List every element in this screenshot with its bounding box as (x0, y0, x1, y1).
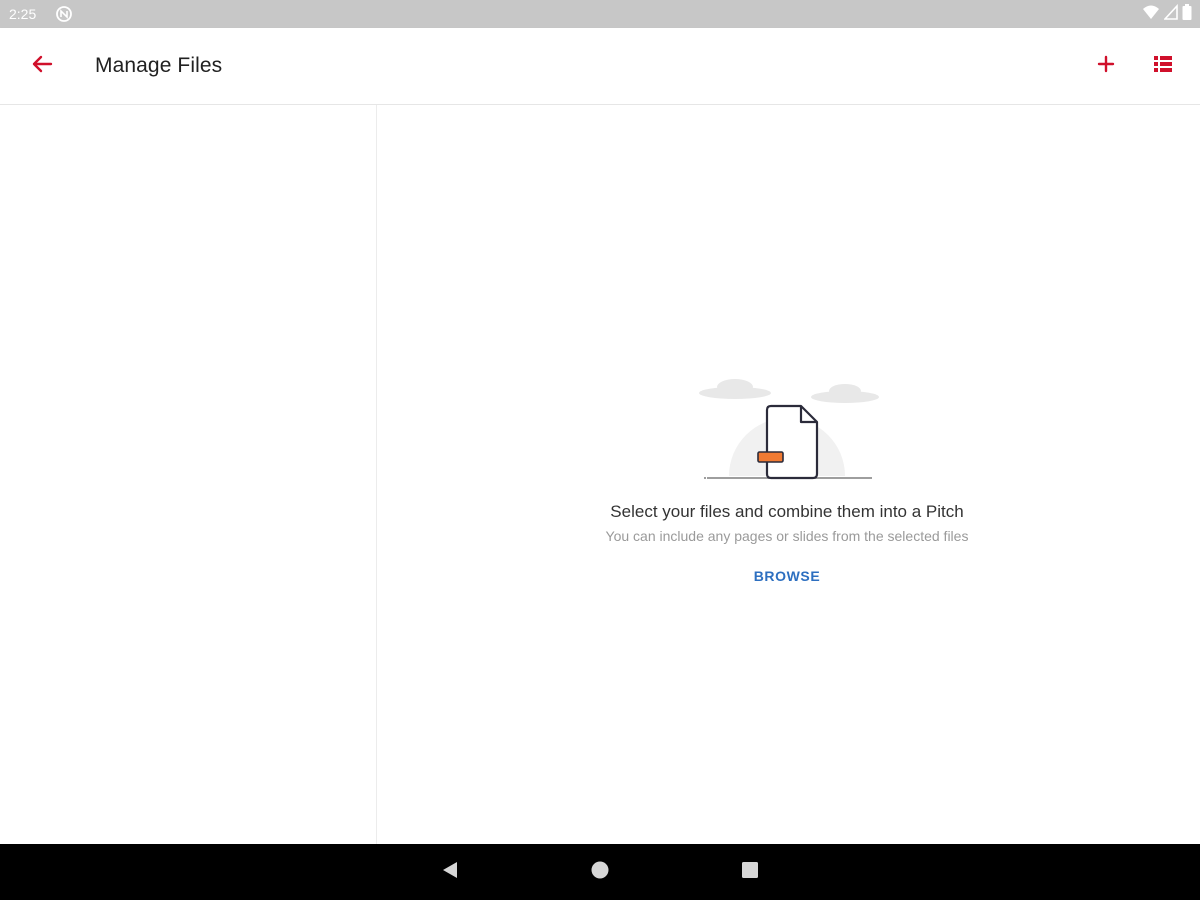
nav-home-icon (590, 860, 610, 885)
nav-back-icon (440, 860, 460, 885)
status-time: 2:25 (9, 6, 37, 22)
nav-recents-icon (740, 860, 760, 885)
notification-icon (55, 5, 73, 23)
wifi-icon (1142, 4, 1160, 25)
arrow-back-icon (31, 53, 53, 80)
detail-pane: Select your files and combine them into … (377, 105, 1200, 844)
empty-state-subtitle: You can include any pages or slides from… (605, 528, 969, 544)
page-title: Manage Files (95, 54, 223, 77)
list-view-icon (1153, 55, 1173, 78)
add-file-button[interactable] (1086, 46, 1126, 86)
nav-recents-button[interactable] (734, 856, 766, 888)
screen: 2:25 Manage Files Select your files and … (0, 0, 1200, 900)
system-nav-bar (0, 844, 1200, 900)
back-button[interactable] (22, 46, 62, 86)
nav-home-button[interactable] (584, 856, 616, 888)
empty-file-illustration (697, 373, 882, 485)
file-list-pane (0, 105, 377, 844)
list-view-button[interactable] (1143, 46, 1183, 86)
nav-back-button[interactable] (434, 856, 466, 888)
empty-state-title: Select your files and combine them into … (610, 502, 964, 521)
signal-icon (1163, 3, 1178, 25)
status-bar: 2:25 (0, 0, 1200, 28)
status-icons (1142, 3, 1192, 25)
browse-button[interactable]: BROWSE (732, 563, 842, 589)
app-bar: Manage Files (0, 28, 1200, 105)
plus-icon (1097, 55, 1115, 78)
battery-icon (1182, 3, 1192, 25)
